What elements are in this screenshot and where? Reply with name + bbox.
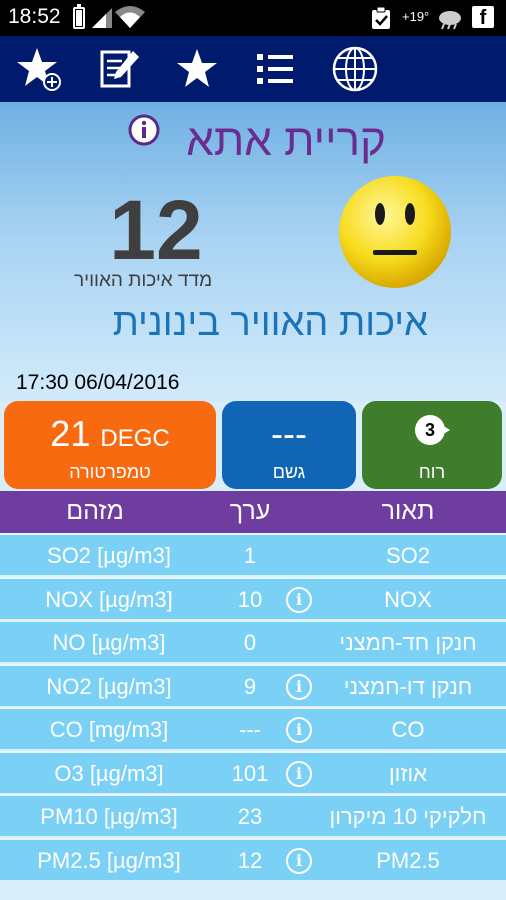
rain-label: גשם [272,462,306,482]
facebook-icon: f [472,6,494,29]
status-time: 18:52 [8,5,61,28]
pollutant-description: חנקן חד-חמצני [339,630,477,655]
pollutant-unit: SO2 [µg/m3] [47,543,171,568]
table-row[interactable]: PM10 [µg/m3] 23 חלקיקי 10 מיקרון [0,794,506,836]
table-row[interactable]: SO2 [µg/m3] 1 SO2 [0,533,506,575]
language-button[interactable] [330,44,380,94]
city-info-icon[interactable] [128,114,160,146]
wind-direction-icon [442,425,450,435]
pollutant-description: אוזון [388,760,428,786]
wind-tile[interactable]: 3 רוח [362,401,502,489]
pollutant-unit: PM10 [µg/m3] [40,804,178,829]
pollutant-unit: CO [mg/m3] [49,717,169,742]
pollutant-unit: NO2 [µg/m3] [46,673,172,699]
info-icon[interactable]: i [286,760,312,787]
table-row[interactable]: O3 [µg/m3] 101 i אוזון [0,750,506,793]
info-icon[interactable]: i [286,673,312,700]
info-icon[interactable]: i [286,847,312,874]
pollutant-unit: NO [µg/m3] [52,630,166,655]
edit-note-icon [100,50,139,88]
pollutant-description: CO [391,717,425,742]
table-row[interactable]: NO [µg/m3] 0 חנקן חד-חמצני [0,620,506,662]
wifi-icon [115,6,145,28]
air-quality-status: איכות האוויר בינונית [112,302,428,344]
list-icon [257,54,293,84]
pollutant-value: 9 [243,673,257,699]
info-icon[interactable]: i [286,586,312,613]
battery-icon [73,4,85,29]
footer-strip [0,881,506,900]
rain-value: --- [271,413,307,454]
city-name: קריית אתא [186,116,386,165]
pollutant-value: 101 [231,760,269,786]
neutral-face-icon [339,176,451,288]
aqi-value: 12 [109,183,203,277]
pollutant-description: חלקיקי 10 מיקרון [329,804,487,829]
pollutant-description: NOX [384,586,432,612]
pollutant-value: 0 [243,630,257,655]
status-bar: 18:52 +19° f [0,0,506,36]
pollutant-description: PM2.5 [376,847,440,873]
info-icon[interactable]: i [286,717,312,743]
header-description: תאור [381,497,435,525]
temperature-label: טמפרטורה [69,462,151,482]
header-value: ערך [229,497,271,525]
clipboard-icon [372,7,390,29]
star-add-icon [17,48,61,91]
pollutant-unit: PM2.5 [µg/m3] [37,847,181,873]
cloud-icon [439,11,461,30]
rain-tile[interactable]: --- גשם [222,401,356,489]
pollutant-value: 10 [237,586,263,612]
add-favorite-button[interactable] [14,44,64,94]
header-pollutant: מזהם [66,497,124,525]
temperature-unit: DEGC [100,425,170,452]
pollutant-value: 1 [243,543,257,568]
temperature-value: 21 [50,413,91,454]
edit-button[interactable] [94,44,144,94]
globe-icon [332,46,378,92]
star-icon [177,49,217,87]
table-row[interactable]: NOX [µg/m3] 10 i NOX [0,576,506,619]
table-row[interactable]: NO2 [µg/m3] 9 i חנקן דו-חמצני [0,663,506,706]
favorites-button[interactable] [172,44,222,94]
pollutant-description: SO2 [385,543,431,568]
weather-temperature: +19° [402,9,430,24]
pollutant-unit: NOX [µg/m3] [45,586,173,612]
table-header: מזהם ערך תאור [0,491,506,533]
table-row[interactable]: PM2.5 [µg/m3] 12 i PM2.5 [0,837,506,880]
toolbar [0,36,506,102]
list-button[interactable] [250,44,300,94]
signal-icon [92,8,112,28]
wind-label: רוח [418,462,446,482]
pollutant-value: --- [239,717,261,742]
pollutant-value: 12 [237,847,263,873]
temperature-tile[interactable]: 21 DEGC טמפרטורה [4,401,216,489]
pollutant-description: חנקן דו-חמצני [343,673,473,699]
table-row[interactable]: CO [mg/m3] --- i CO [0,707,506,749]
measurement-datetime: 17:30 06/04/2016 [16,371,180,394]
pollutant-unit: O3 [µg/m3] [54,760,164,786]
pollutant-value: 23 [237,804,263,829]
aqi-label: מדד איכות האוויר [74,270,213,291]
wind-speed-badge: 3 [415,415,445,445]
